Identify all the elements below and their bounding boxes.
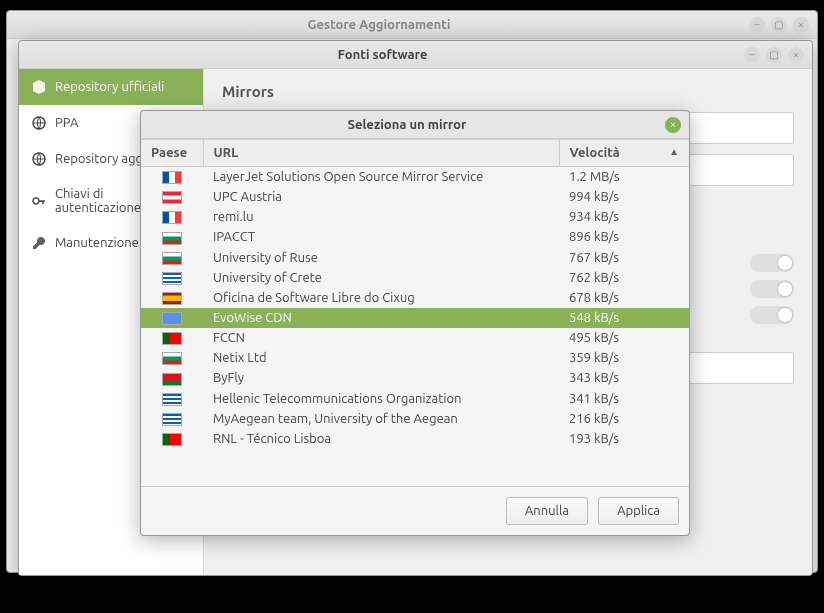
table-row[interactable]: University of Ruse767 kB/s [141, 248, 689, 268]
mirror-speed: 767 kB/s [559, 248, 689, 268]
table-row[interactable]: ByFly343 kB/s [141, 368, 689, 388]
flag-icon [162, 393, 182, 406]
col-url[interactable]: URL [203, 140, 559, 167]
dialog-title: Seleziona un mirror [149, 118, 665, 132]
table-row[interactable]: remi.lu934 kB/s [141, 207, 689, 227]
toggle-1[interactable] [750, 254, 794, 272]
table-row[interactable]: MyAegean team, University of the Aegean2… [141, 409, 689, 429]
flag-icon [162, 272, 182, 285]
flag-icon [162, 232, 182, 245]
window-title: Gestore Aggiornamenti [15, 18, 743, 32]
section-title: Mirrors [222, 83, 794, 100]
dialog-titlebar: Seleziona un mirror × [141, 111, 689, 139]
flag-icon [162, 292, 182, 305]
table-row[interactable]: FCCN495 kB/s [141, 328, 689, 348]
key-icon [31, 193, 47, 209]
flag-icon [162, 211, 182, 224]
mirror-speed: 1.2 MB/s [559, 167, 689, 188]
mirror-url: ByFly [203, 368, 559, 388]
table-row[interactable]: Hellenic Telecommunications Organization… [141, 389, 689, 409]
cancel-button[interactable]: Annulla [506, 497, 588, 525]
sidebar-item-label: Repository ufficiali [55, 80, 164, 94]
mirror-speed: 359 kB/s [559, 348, 689, 368]
minimize-icon[interactable]: – [749, 17, 765, 33]
flag-icon [162, 433, 182, 446]
mirror-url: MyAegean team, University of the Aegean [203, 409, 559, 429]
mirror-url: Hellenic Telecommunications Organization [203, 389, 559, 409]
select-mirror-dialog: Seleziona un mirror × Paese URL Velocità… [140, 110, 690, 536]
sort-indicator-icon: ▲ [669, 146, 679, 158]
mirror-speed: 678 kB/s [559, 288, 689, 308]
mirror-speed: 548 kB/s [559, 308, 689, 328]
mirror-speed: 762 kB/s [559, 268, 689, 288]
flag-icon [162, 352, 182, 365]
maximize-icon[interactable]: ▢ [771, 17, 787, 33]
table-row[interactable]: Netix Ltd359 kB/s [141, 348, 689, 368]
mirror-url: LayerJet Solutions Open Source Mirror Se… [203, 167, 559, 188]
mirror-url: Oficina de Software Libre do Cixug [203, 288, 559, 308]
flag-icon [162, 413, 182, 426]
table-row[interactable]: RNL - Técnico Lisboa193 kB/s [141, 429, 689, 449]
mirror-url: FCCN [203, 328, 559, 348]
sidebar-item-label: Manutenzione [55, 236, 139, 250]
toggle-3[interactable] [750, 306, 794, 324]
table-row[interactable]: UPC Austria994 kB/s [141, 187, 689, 207]
mirror-url: University of Crete [203, 268, 559, 288]
software-sources-titlebar: Fonti software – ▢ × [19, 41, 812, 69]
flag-icon [162, 312, 182, 325]
col-country[interactable]: Paese [141, 140, 203, 167]
col-speed[interactable]: Velocità ▲ [559, 140, 689, 167]
window-title: Fonti software [27, 48, 738, 62]
mirror-speed: 193 kB/s [559, 429, 689, 449]
mirror-url: University of Ruse [203, 248, 559, 268]
flag-icon [162, 332, 182, 345]
wrench-icon [31, 235, 47, 251]
mirror-speed: 495 kB/s [559, 328, 689, 348]
mirror-url: Netix Ltd [203, 348, 559, 368]
apply-button[interactable]: Applica [598, 497, 679, 525]
close-icon[interactable]: × [788, 47, 804, 63]
close-icon[interactable]: × [665, 117, 681, 133]
table-row[interactable]: EvoWise CDN548 kB/s [141, 308, 689, 328]
table-row[interactable]: IPACCT896 kB/s [141, 227, 689, 247]
sidebar-item-label: PPA [55, 116, 78, 130]
mirror-url: remi.lu [203, 207, 559, 227]
update-manager-titlebar: Gestore Aggiornamenti – ▢ × [7, 11, 817, 39]
dialog-buttons: Annulla Applica [141, 487, 689, 535]
mirror-speed: 343 kB/s [559, 368, 689, 388]
mirror-table: Paese URL Velocità ▲ LayerJet Solutions … [141, 139, 689, 487]
sidebar-item-0[interactable]: Repository ufficiali [19, 69, 203, 105]
mirror-speed: 341 kB/s [559, 389, 689, 409]
mirror-url: UPC Austria [203, 187, 559, 207]
table-row[interactable]: University of Crete762 kB/s [141, 268, 689, 288]
globe-icon [31, 151, 47, 167]
flag-icon [162, 252, 182, 265]
mirror-speed: 216 kB/s [559, 409, 689, 429]
flag-icon [162, 171, 182, 184]
mirror-url: IPACCT [203, 227, 559, 247]
toggle-2[interactable] [750, 280, 794, 298]
mirror-speed: 994 kB/s [559, 187, 689, 207]
mirror-url: EvoWise CDN [203, 308, 559, 328]
mirror-speed: 896 kB/s [559, 227, 689, 247]
close-icon[interactable]: × [793, 17, 809, 33]
cube-icon [31, 79, 47, 95]
globe-icon [31, 115, 47, 131]
table-row[interactable]: Oficina de Software Libre do Cixug678 kB… [141, 288, 689, 308]
mirror-speed: 934 kB/s [559, 207, 689, 227]
flag-icon [162, 373, 182, 386]
mirror-url: RNL - Técnico Lisboa [203, 429, 559, 449]
table-row[interactable]: LayerJet Solutions Open Source Mirror Se… [141, 167, 689, 188]
flag-icon [162, 191, 182, 204]
minimize-icon[interactable]: – [744, 47, 760, 63]
maximize-icon[interactable]: ▢ [766, 47, 782, 63]
